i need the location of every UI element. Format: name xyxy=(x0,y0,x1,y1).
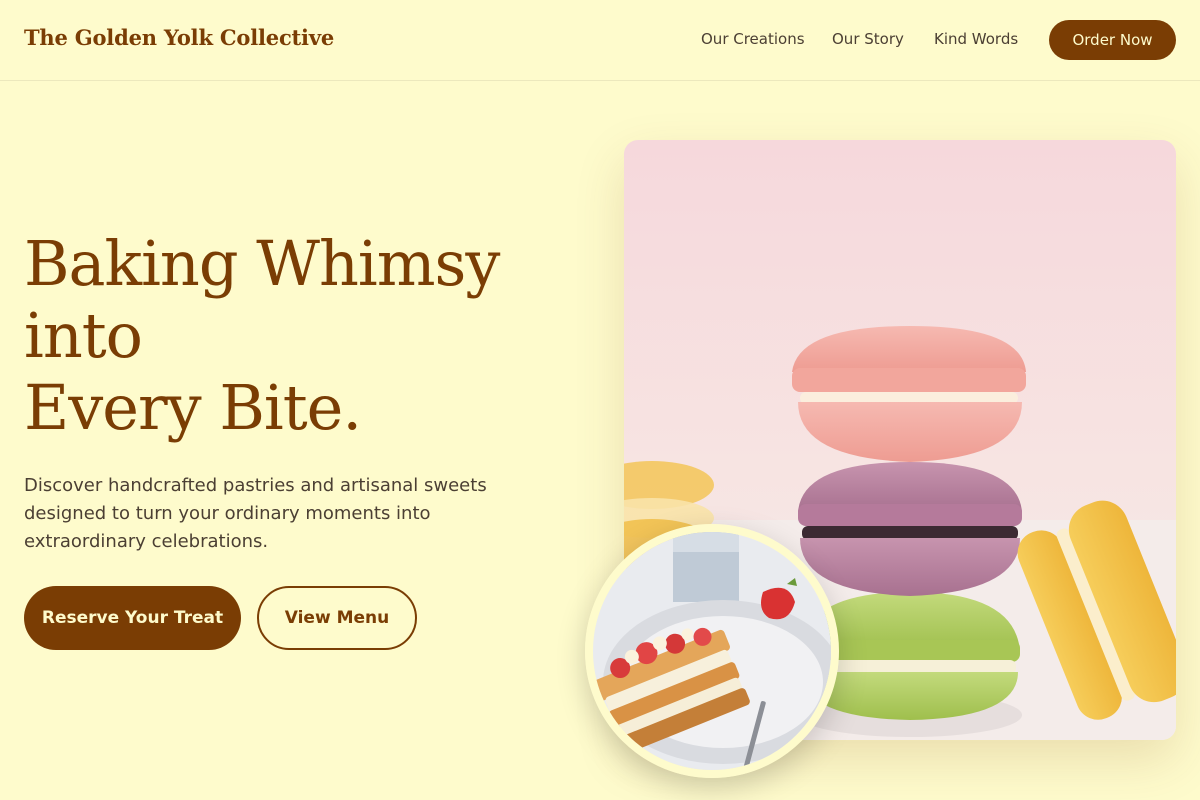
reserve-treat-button[interactable]: Reserve Your Treat xyxy=(24,586,241,650)
nav-our-creations[interactable]: Our Creations xyxy=(701,30,805,48)
brand-logo[interactable]: The Golden Yolk Collective xyxy=(24,25,334,50)
order-now-button[interactable]: Order Now xyxy=(1049,20,1176,60)
hero-title-line-1: Baking Whimsy xyxy=(24,227,500,300)
hero-description: Discover handcrafted pastries and artisa… xyxy=(24,475,487,552)
mille-feuille-photo xyxy=(585,524,839,778)
site-header: The Golden Yolk Collective Our Creations… xyxy=(0,0,1200,81)
hero-title-line-3: Every Bite. xyxy=(24,371,362,444)
nav-kind-words[interactable]: Kind Words xyxy=(934,30,1018,48)
hero-title: Baking Whimsy into Every Bite. xyxy=(24,228,564,444)
nav-our-story[interactable]: Our Story xyxy=(832,30,904,48)
view-menu-button[interactable]: View Menu xyxy=(257,586,417,650)
hero-title-line-2: into xyxy=(24,299,143,372)
